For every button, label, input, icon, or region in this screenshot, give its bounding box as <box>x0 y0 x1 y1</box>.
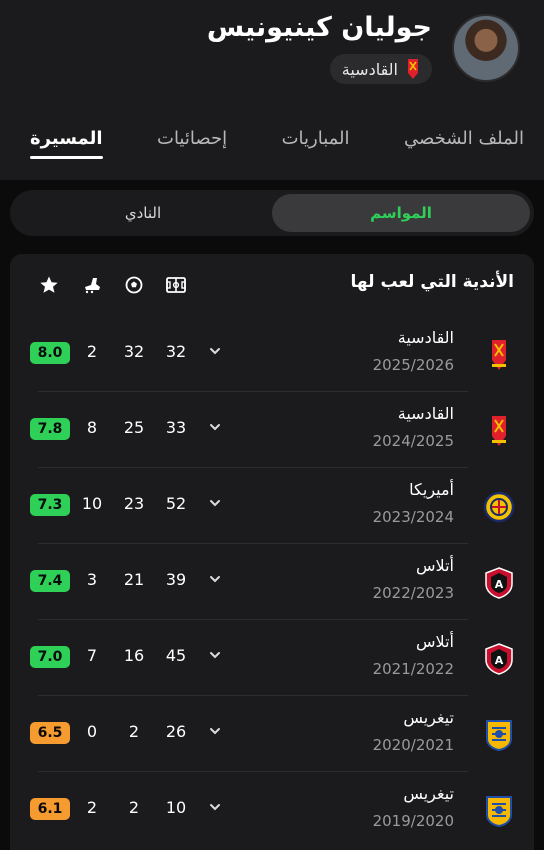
rating-badge: 7.3 <box>30 494 70 516</box>
chevron-down-icon[interactable] <box>208 648 222 662</box>
season-label: 2021/2022 <box>372 660 454 678</box>
rating-badge: 7.0 <box>30 646 70 668</box>
goals-icon <box>123 274 145 296</box>
qadsiah-crest-icon <box>482 338 516 372</box>
assists-value: 2 <box>86 798 98 817</box>
assists-value: 2 <box>86 342 98 361</box>
goals-value: 21 <box>123 570 145 589</box>
club-toggle-button[interactable]: النادي <box>14 194 272 232</box>
goals-value: 2 <box>128 722 140 741</box>
chevron-down-icon[interactable] <box>208 800 222 814</box>
qadsiah-crest-icon <box>482 414 516 448</box>
season-label: 2022/2023 <box>372 584 454 602</box>
club-name: تيغريس <box>403 784 454 803</box>
chevron-down-icon[interactable] <box>208 420 222 434</box>
chevron-down-icon[interactable] <box>208 344 222 358</box>
profile-tabs: الملف الشخصي المباريات إحصائيات المسيرة <box>0 118 544 168</box>
club-name: أميريكا <box>409 480 454 499</box>
assists-value: 8 <box>86 418 98 437</box>
assists-value: 10 <box>81 494 103 513</box>
appearances-value: 26 <box>165 722 187 741</box>
career-card-header: الأندية التي لعب لها <box>10 254 534 316</box>
america-crest-icon <box>482 490 516 524</box>
svg-text:A: A <box>495 654 504 667</box>
chevron-down-icon[interactable] <box>208 724 222 738</box>
appearances-value: 39 <box>165 570 187 589</box>
atlas-crest-icon: A <box>482 566 516 600</box>
seasons-toggle-button[interactable]: المواسم <box>272 194 530 232</box>
current-club-label: القادسية <box>341 59 398 79</box>
assists-value: 3 <box>86 570 98 589</box>
tab-career[interactable]: المسيرة <box>30 128 104 159</box>
career-row[interactable]: القادسية 2024/2025 33 25 8 7.8 <box>10 392 534 468</box>
season-label: 2025/2026 <box>372 356 454 374</box>
season-label: 2019/2020 <box>372 812 454 830</box>
goals-value: 23 <box>123 494 145 513</box>
tigres-crest-icon <box>482 718 516 752</box>
career-row[interactable]: أميريكا 2023/2024 52 23 10 7.3 <box>10 468 534 544</box>
goals-value: 2 <box>128 798 140 817</box>
rating-star-icon <box>38 274 60 296</box>
club-name: القادسية <box>397 404 454 423</box>
tab-profile[interactable]: الملف الشخصي <box>404 128 524 159</box>
chevron-down-icon[interactable] <box>208 572 222 586</box>
rating-badge: 8.0 <box>30 342 70 364</box>
rating-badge: 7.4 <box>30 570 70 592</box>
tigres-crest-icon <box>482 794 516 828</box>
career-row[interactable]: تيغريس 2019/2020 10 2 2 6.1 <box>10 772 534 848</box>
career-rows: القادسية 2025/2026 32 32 2 8.0 القادسية … <box>10 316 534 848</box>
current-club-chip[interactable]: القادسية <box>329 54 432 84</box>
view-toggle: المواسم النادي <box>10 190 534 236</box>
atlas-crest-icon: A <box>482 642 516 676</box>
tab-matches[interactable]: المباريات <box>282 128 350 159</box>
appearances-value: 45 <box>165 646 187 665</box>
season-label: 2023/2024 <box>372 508 454 526</box>
appearances-icon <box>165 274 187 296</box>
player-avatar[interactable] <box>452 14 520 82</box>
career-row[interactable]: تيغريس 2020/2021 26 2 0 6.5 <box>10 696 534 772</box>
appearances-value: 10 <box>165 798 187 817</box>
appearances-value: 52 <box>165 494 187 513</box>
player-header: جوليان كينيونيس القادسية الملف الشخصي ال… <box>0 0 544 180</box>
qadsiah-crest-icon <box>408 59 418 79</box>
appearances-value: 32 <box>165 342 187 361</box>
goals-value: 32 <box>123 342 145 361</box>
career-card-title: الأندية التي لعب لها <box>350 272 514 292</box>
club-name: القادسية <box>397 328 454 347</box>
svg-text:A: A <box>495 578 504 591</box>
tab-stats[interactable]: إحصائيات <box>157 128 227 159</box>
club-name: أتلاس <box>416 632 454 651</box>
appearances-value: 33 <box>165 418 187 437</box>
assists-value: 0 <box>86 722 98 741</box>
goals-value: 25 <box>123 418 145 437</box>
rating-badge: 6.5 <box>30 722 70 744</box>
rating-badge: 7.8 <box>30 418 70 440</box>
club-name: تيغريس <box>403 708 454 727</box>
rating-badge: 6.1 <box>30 798 70 820</box>
career-row[interactable]: A أتلاس 2022/2023 39 21 3 7.4 <box>10 544 534 620</box>
career-row[interactable]: A أتلاس 2021/2022 45 16 7 7.0 <box>10 620 534 696</box>
career-card: الأندية التي لعب لها القادسية 2025/2026 … <box>10 254 534 850</box>
career-row[interactable]: القادسية 2025/2026 32 32 2 8.0 <box>10 316 534 392</box>
chevron-down-icon[interactable] <box>208 496 222 510</box>
goals-value: 16 <box>123 646 145 665</box>
season-label: 2024/2025 <box>372 432 454 450</box>
assists-icon <box>81 274 103 296</box>
assists-value: 7 <box>86 646 98 665</box>
season-label: 2020/2021 <box>372 736 454 754</box>
club-name: أتلاس <box>416 556 454 575</box>
player-name: جوليان كينيونيس <box>206 12 432 43</box>
